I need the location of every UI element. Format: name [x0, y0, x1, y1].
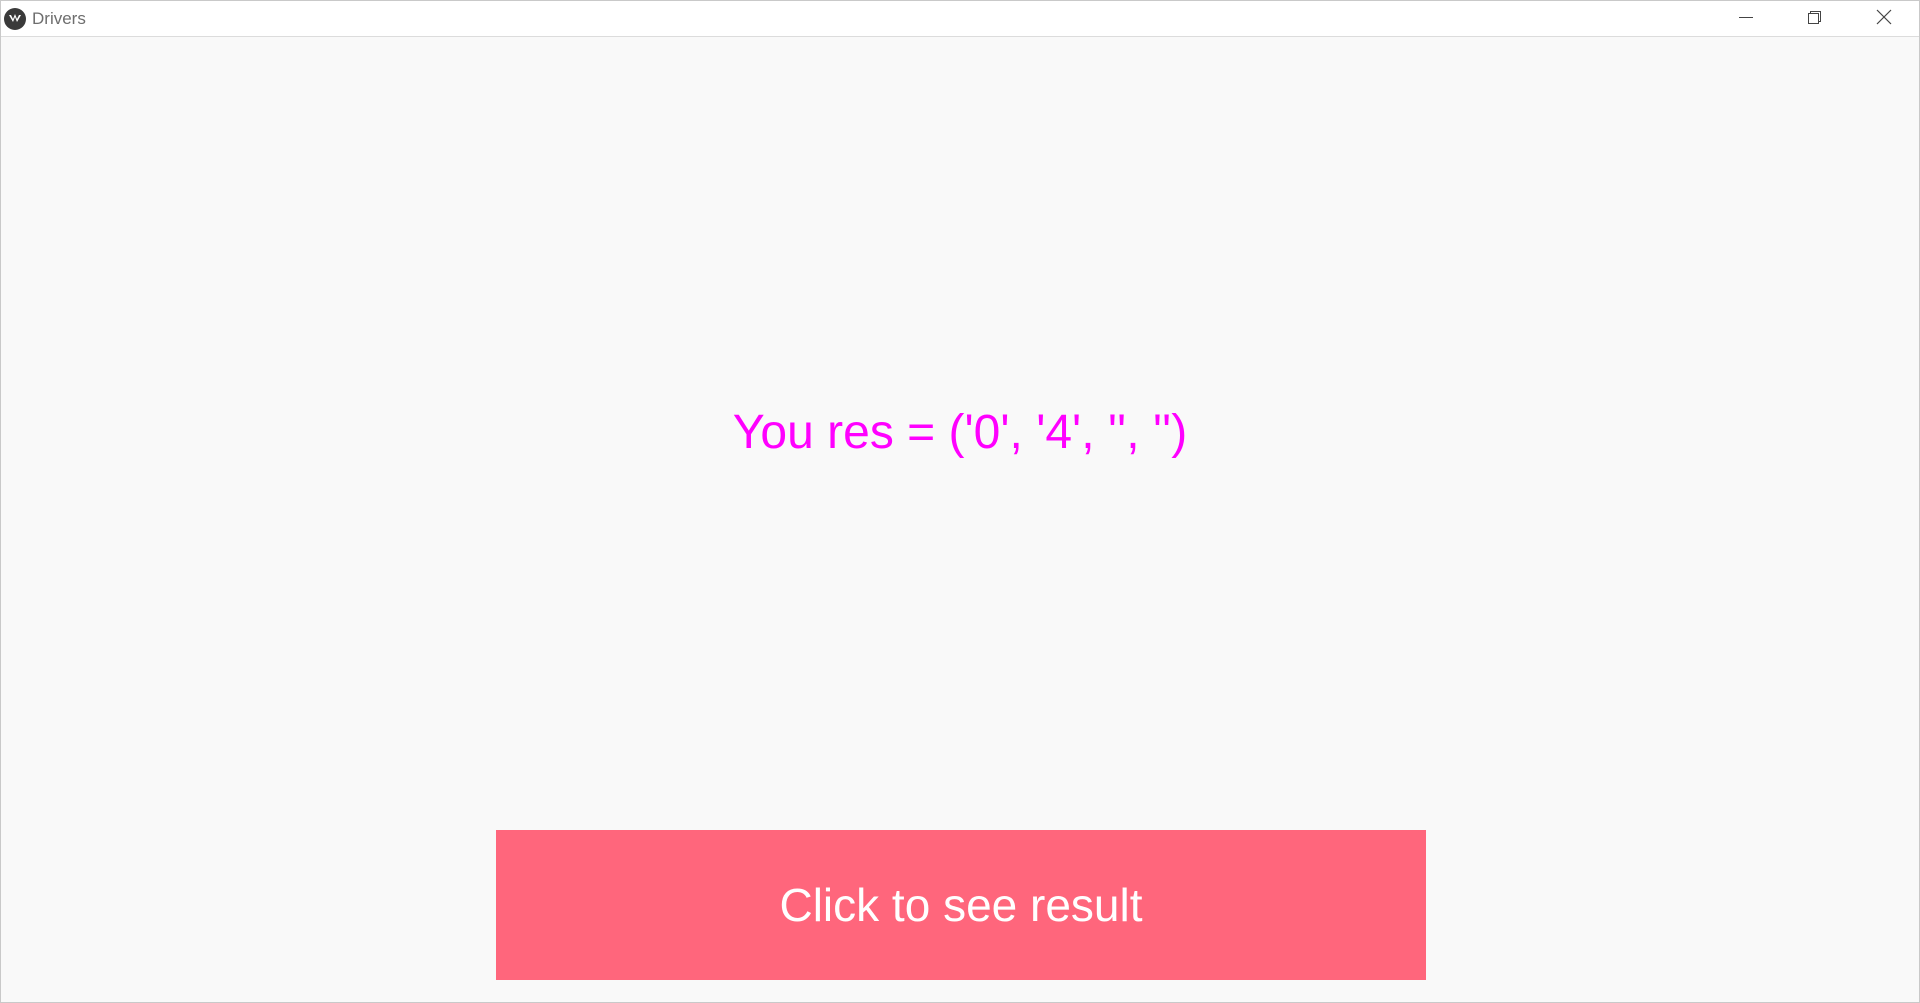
result-label: You res = ('0', '4', '', '')	[732, 406, 1188, 459]
see-result-button-label: Click to see result	[779, 879, 1143, 931]
title-bar[interactable]: Drivers	[1, 1, 1919, 37]
window-title: Drivers	[32, 9, 86, 28]
see-result-button[interactable]: Click to see result	[496, 830, 1426, 980]
kivy-logo-icon	[4, 8, 26, 30]
close-button[interactable]	[1856, 1, 1912, 36]
app-window: Drivers You res = ('0', '4', '', '') Cli…	[0, 0, 1920, 1003]
restore-button[interactable]	[1786, 1, 1842, 36]
minimize-button[interactable]	[1717, 1, 1773, 36]
